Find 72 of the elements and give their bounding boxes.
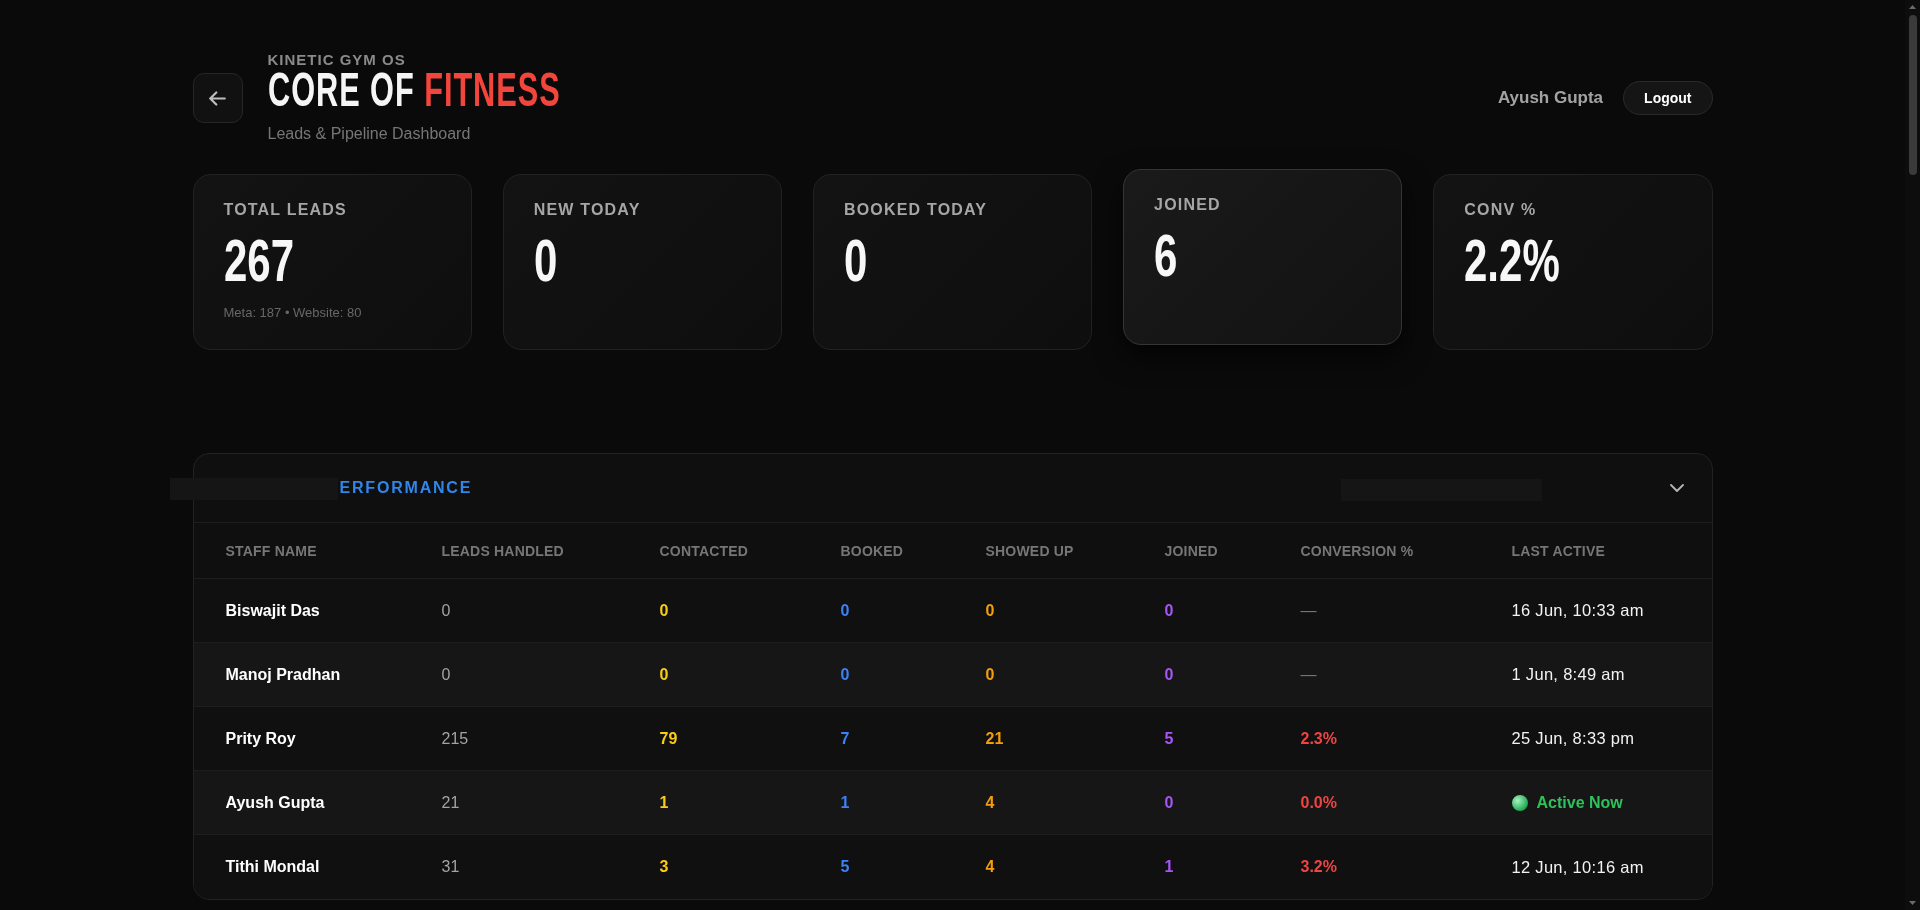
table-cell: 1 — [840, 793, 850, 812]
table-cell: 4 — [985, 793, 995, 812]
table-cell: 215 — [441, 729, 469, 748]
table-cell: 21 — [985, 729, 1004, 748]
column-header: CONTACTED — [659, 542, 749, 559]
table-cell: 0 — [985, 601, 995, 620]
table-cell: — — [1300, 665, 1317, 684]
logout-button[interactable]: Logout — [1623, 81, 1713, 115]
stat-label: CONV % — [1464, 200, 1537, 220]
column-header: JOINED — [1164, 542, 1218, 559]
table-cell: 21 — [441, 793, 460, 812]
table-cell: 0 — [659, 601, 669, 620]
table-cell: 12 Jun, 10:16 am — [1511, 857, 1644, 877]
page-subtitle: Leads & Pipeline Dashboard — [267, 124, 471, 144]
column-header: SHOWED UP — [985, 542, 1074, 559]
table-cell: 2.3% — [1300, 729, 1337, 748]
stat-note: Meta: 187 • Website: 80 — [223, 305, 362, 321]
stat-label: TOTAL LEADS — [223, 200, 347, 220]
stat-value: 0 — [533, 231, 558, 291]
table-cell: 0 — [1164, 793, 1174, 812]
staff-name: Ayush Gupta — [225, 793, 325, 812]
table-cell: 5 — [1164, 729, 1174, 748]
user-name: Ayush Gupta — [1497, 88, 1604, 108]
status-dot-icon — [1511, 794, 1528, 811]
table-cell: 1 — [1164, 858, 1174, 876]
staff-name: Biswajit Das — [225, 601, 320, 620]
table-cell: 3 — [659, 858, 669, 876]
table-cell: 5 — [840, 858, 850, 876]
scroll-up-icon[interactable] — [1909, 5, 1916, 9]
app-name: KINETIC GYM OS — [267, 52, 406, 68]
table-cell: 16 Jun, 10:33 am — [1511, 601, 1644, 620]
arrow-left-icon — [209, 90, 226, 106]
table-cell: 31 — [441, 858, 460, 876]
brand-title: CORE OF FITNESS — [267, 68, 561, 112]
stat-value: 267 — [223, 231, 294, 291]
table-cell: 0.0% — [1300, 793, 1337, 812]
table-cell: 0 — [441, 601, 451, 620]
scroll-down-icon[interactable] — [1909, 901, 1916, 905]
table-cell: 4 — [985, 858, 995, 876]
scrollbar-thumb[interactable] — [1908, 15, 1917, 175]
table-cell: 1 — [659, 793, 669, 812]
stat-label: JOINED — [1154, 195, 1221, 215]
staff-name: Tithi Mondal — [225, 858, 320, 876]
active-status: Active Now — [1536, 793, 1623, 812]
table-cell: 0 — [659, 665, 669, 684]
table-cell: 0 — [840, 601, 850, 620]
stat-label: NEW TODAY — [533, 200, 641, 220]
table-cell: 0 — [441, 665, 451, 684]
column-header: BOOKED — [840, 542, 904, 559]
column-header: LAST ACTIVE — [1511, 542, 1605, 559]
column-header: LEADS HANDLED — [441, 542, 564, 559]
table-cell: 0 — [1164, 601, 1174, 620]
stat-value: 0 — [843, 231, 868, 291]
stat-label: BOOKED TODAY — [843, 200, 988, 220]
table-cell: 25 Jun, 8:33 pm — [1511, 729, 1635, 748]
chevron-down-icon[interactable] — [1669, 484, 1684, 492]
panel-title: ERFORMANCE — [339, 479, 473, 497]
staff-name: Manoj Pradhan — [225, 665, 341, 684]
table-cell: 0 — [985, 665, 995, 684]
table-cell: 79 — [659, 729, 678, 748]
table-cell: 7 — [840, 729, 850, 748]
table-cell: — — [1300, 601, 1317, 620]
table-cell: 0 — [840, 665, 850, 684]
staff-name: Prity Roy — [225, 729, 296, 748]
column-header: CONVERSION % — [1300, 542, 1414, 559]
stat-value: 2.2% — [1464, 231, 1561, 291]
table-cell: 3.2% — [1300, 858, 1337, 876]
table-cell: 0 — [1164, 665, 1174, 684]
back-button[interactable] — [192, 73, 243, 123]
stat-value: 6 — [1154, 226, 1178, 286]
table-cell: 1 Jun, 8:49 am — [1511, 665, 1625, 684]
column-header: STAFF NAME — [225, 542, 317, 559]
